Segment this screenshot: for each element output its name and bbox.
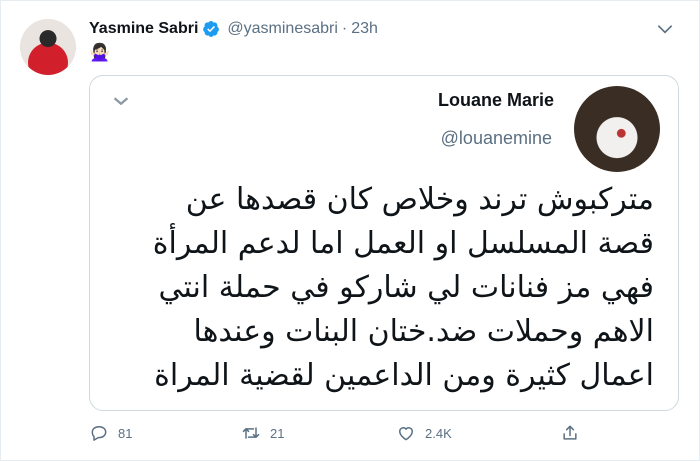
share-button[interactable] [560, 419, 580, 447]
share-icon [563, 425, 577, 440]
quoted-text-line: متركبوش ترند وخلاص كان قصدها عن [185, 182, 654, 217]
quoted-author-name[interactable]: Louane Marie [438, 90, 554, 111]
author-avatar[interactable] [20, 19, 76, 75]
author-handle[interactable]: @yasminesabri [227, 20, 338, 38]
quoted-text-line: قصة المسلسل او العمل اما لدعم المرأة [152, 226, 654, 261]
tweet-header: Yasmine Sabri @yasminesabri · 23h [89, 17, 378, 41]
author-name[interactable]: Yasmine Sabri [89, 20, 198, 38]
chevron-down-icon[interactable] [655, 19, 675, 39]
quoted-text-line: فهي مز فنانات لي شاركو في حملة انتي [158, 270, 655, 305]
quoted-tweet-text: متركبوش ترند وخلاص كان قصدها عن قصة المس… [114, 178, 654, 398]
tweet-actions: 81 21 2.4K [89, 419, 609, 447]
reply-count: 81 [118, 425, 133, 441]
verified-badge-icon [203, 20, 220, 37]
quoted-text-line: الاهم وحملات ضد.ختان البنات وعندها [193, 314, 654, 349]
reply-button[interactable]: 81 [89, 419, 132, 447]
reply-icon [91, 426, 107, 441]
tweet-card[interactable]: Yasmine Sabri @yasminesabri · 23h 🙅🏻‍♀️ … [0, 0, 700, 461]
tweet-body-emoji: 🙅🏻‍♀️ [89, 43, 111, 62]
like-count: 2.4K [425, 425, 452, 441]
quoted-tweet[interactable]: Louane Marie @louanemine متركبوش ترند وخ… [89, 75, 679, 411]
chevron-down-icon[interactable] [110, 90, 132, 112]
retweet-count: 21 [270, 425, 285, 441]
retweet-button[interactable]: 21 [241, 419, 284, 447]
quoted-author-avatar[interactable] [574, 86, 660, 172]
like-icon [399, 427, 413, 441]
timestamp[interactable]: 23h [351, 20, 378, 38]
separator-dot: · [341, 20, 348, 37]
quoted-text-line: اعمال كثيرة ومن الداعمين لقضية المراة [154, 358, 654, 393]
quoted-author-handle[interactable]: @louanemine [441, 128, 552, 149]
like-button[interactable]: 2.4K [396, 419, 452, 447]
retweet-icon [242, 427, 260, 439]
